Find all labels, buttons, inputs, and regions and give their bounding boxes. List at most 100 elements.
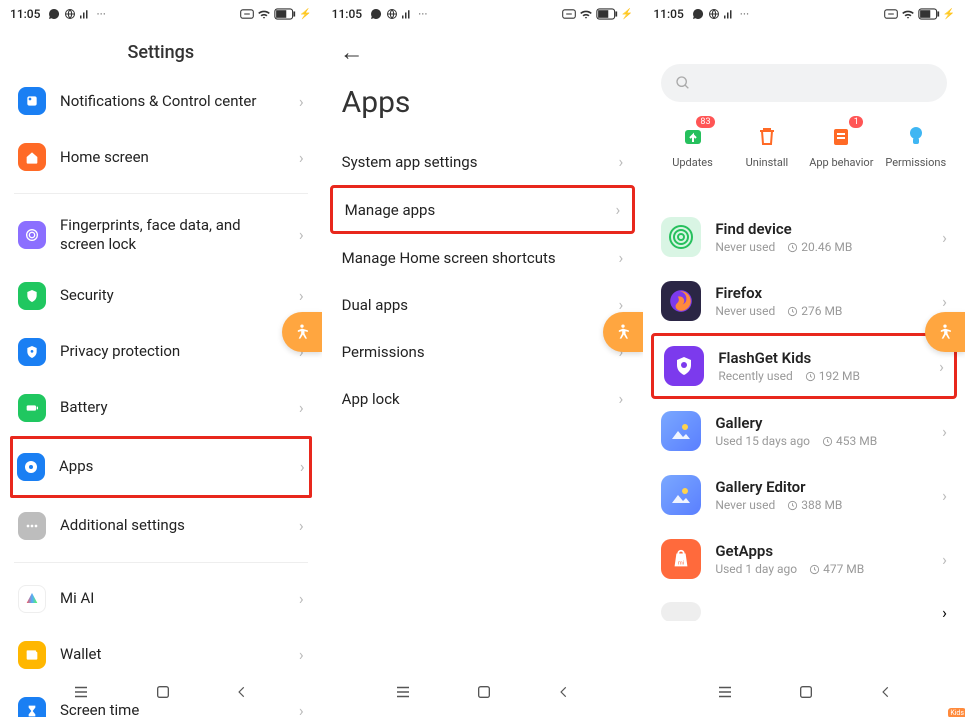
- globe-icon: [64, 8, 76, 20]
- settings-item-apps[interactable]: Apps ›: [10, 436, 312, 498]
- app-item-gallery-editor[interactable]: Gallery Editor Never used 388 MB ›: [643, 463, 965, 527]
- nav-home-button[interactable]: [798, 684, 814, 704]
- settings-item-fingerprints[interactable]: Fingerprints, face data, and screen lock…: [14, 202, 308, 268]
- chevron-right-icon: ›: [942, 486, 947, 505]
- app-size: 276 MB: [787, 304, 842, 318]
- app-usage: Never used: [715, 240, 775, 254]
- more-dots: ···: [740, 7, 749, 21]
- search-input[interactable]: [661, 64, 947, 102]
- settings-item-privacy[interactable]: Privacy protection ›: [14, 324, 308, 380]
- chevron-right-icon: ›: [299, 92, 304, 111]
- dnd-icon: [562, 9, 576, 19]
- wifi-icon: [901, 8, 915, 20]
- app-name: Firefox: [715, 284, 928, 302]
- getapps-icon: mi: [661, 539, 701, 579]
- charging-icon: ⚡: [621, 9, 633, 20]
- home-icon: [18, 143, 46, 171]
- apps-item-system-settings[interactable]: System app settings ›: [322, 138, 644, 185]
- app-usage: Used 15 days ago: [715, 434, 810, 448]
- flashget-icon: Kids: [664, 346, 704, 386]
- action-uninstall[interactable]: Uninstall: [732, 122, 802, 169]
- status-bar: 11:05 ··· ⚡: [643, 0, 965, 28]
- app-size: 192 MB: [805, 369, 860, 383]
- app-name: Find device: [715, 220, 928, 238]
- app-size: 388 MB: [787, 498, 842, 512]
- app-item-flashget-kids[interactable]: Kids FlashGet Kids Recently used 192 MB …: [654, 336, 954, 396]
- nav-bar: [643, 679, 965, 709]
- shield-icon: [18, 282, 46, 310]
- status-time: 11:05: [653, 7, 683, 21]
- accessibility-fab[interactable]: [603, 312, 643, 352]
- more-dots: ···: [418, 7, 427, 21]
- app-size: 477 MB: [809, 562, 864, 576]
- whatsapp-icon: [48, 8, 60, 20]
- chevron-right-icon: ›: [942, 422, 947, 441]
- status-time: 11:05: [10, 7, 40, 21]
- wifi-icon: [579, 8, 593, 20]
- nav-back-button[interactable]: [557, 684, 571, 704]
- apps-item-label: Manage Home screen shortcuts: [342, 249, 556, 267]
- screen-manage-apps: 11:05 ··· ⚡ 83 Updates Uninstal: [643, 0, 965, 717]
- mi-ai-icon: [18, 585, 46, 613]
- apps-item-home-shortcuts[interactable]: Manage Home screen shortcuts ›: [322, 234, 644, 281]
- accessibility-fab[interactable]: [282, 312, 322, 352]
- back-button[interactable]: ←: [340, 38, 364, 66]
- chevron-right-icon: ›: [942, 550, 947, 569]
- nav-home-button[interactable]: [155, 684, 171, 704]
- nav-recent-button[interactable]: [72, 683, 90, 705]
- action-updates[interactable]: 83 Updates: [658, 122, 728, 169]
- app-item-gallery[interactable]: Gallery Used 15 days ago 453 MB ›: [643, 399, 965, 463]
- settings-item-mi-ai[interactable]: Mi AI ›: [14, 571, 308, 627]
- settings-item-home-screen[interactable]: Home screen ›: [14, 129, 308, 185]
- chevron-right-icon: ›: [299, 225, 304, 244]
- behavior-badge: 1: [849, 116, 863, 128]
- screen-apps-menu: 11:05 ··· ⚡ ← Apps System app settings ›…: [322, 0, 644, 717]
- signal-icon: [80, 8, 92, 20]
- dnd-icon: [884, 9, 898, 19]
- settings-item-additional[interactable]: Additional settings ›: [14, 498, 308, 554]
- settings-item-label: Battery: [60, 398, 285, 417]
- apps-item-app-lock[interactable]: App lock ›: [322, 375, 644, 422]
- wifi-icon: [257, 8, 271, 20]
- app-item-firefox[interactable]: Firefox Never used 276 MB ›: [643, 269, 965, 333]
- app-item-partial[interactable]: ›: [643, 591, 965, 621]
- nav-back-button[interactable]: [235, 684, 249, 704]
- nav-home-button[interactable]: [476, 684, 492, 704]
- settings-item-label: Additional settings: [60, 516, 285, 535]
- nav-back-button[interactable]: [879, 684, 893, 704]
- settings-item-wallet[interactable]: Wallet ›: [14, 627, 308, 683]
- settings-item-label: Home screen: [60, 148, 285, 167]
- app-item-getapps[interactable]: mi GetApps Used 1 day ago 477 MB ›: [643, 527, 965, 591]
- nav-recent-button[interactable]: [394, 683, 412, 705]
- apps-item-dual-apps[interactable]: Dual apps ›: [322, 281, 644, 328]
- accessibility-fab[interactable]: [925, 312, 965, 352]
- apps-item-label: System app settings: [342, 153, 478, 171]
- app-icon-partial: [661, 602, 701, 621]
- chevron-right-icon: ›: [299, 398, 304, 417]
- nav-recent-button[interactable]: [716, 683, 734, 705]
- whatsapp-icon: [692, 8, 704, 20]
- bell-icon: [18, 87, 46, 115]
- action-app-behavior[interactable]: 1 App behavior: [806, 122, 876, 169]
- apps-item-permissions[interactable]: Permissions ›: [322, 328, 644, 375]
- settings-item-security[interactable]: Security ›: [14, 268, 308, 324]
- chevron-right-icon: ›: [299, 516, 304, 535]
- apps-item-manage-apps[interactable]: Manage apps ›: [330, 185, 636, 234]
- more-horizontal-icon: [18, 512, 46, 540]
- battery-icon: [18, 394, 46, 422]
- settings-item-notifications[interactable]: Notifications & Control center ›: [14, 73, 308, 129]
- apps-item-label: Permissions: [342, 343, 425, 361]
- settings-item-battery[interactable]: Battery ›: [14, 380, 308, 436]
- app-name: Gallery Editor: [715, 478, 928, 496]
- page-title: Settings: [0, 28, 322, 73]
- divider: [14, 193, 308, 194]
- settings-item-label: Security: [60, 286, 285, 305]
- gallery-icon: [661, 411, 701, 451]
- action-permissions[interactable]: Permissions: [881, 122, 951, 169]
- settings-item-label: Mi AI: [60, 589, 285, 608]
- fingerprint-icon: [18, 221, 46, 249]
- settings-item-label: Fingerprints, face data, and screen lock: [60, 216, 285, 254]
- status-bar: 11:05 ··· ⚡: [0, 0, 322, 28]
- app-item-find-device[interactable]: Find device Never used 20.46 MB ›: [643, 205, 965, 269]
- signal-icon: [402, 8, 414, 20]
